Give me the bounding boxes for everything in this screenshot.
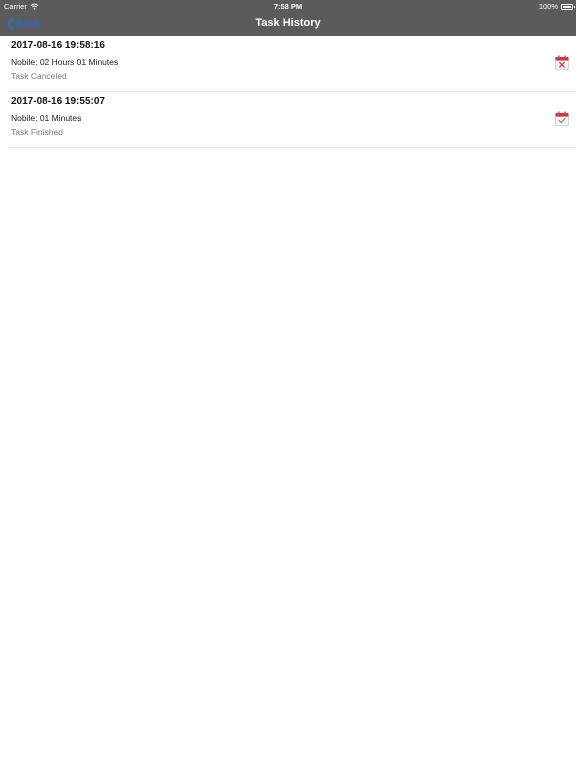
task-duration: Nobile: 01 Minutes — [11, 113, 82, 123]
task-row[interactable]: 2017-08-16 19:58:16 Nobile: 02 Hours 01 … — [0, 36, 576, 92]
app-header: Carrier 7:58 PM 100% Back Task History — [0, 0, 576, 36]
task-duration: Nobile: 02 Hours 01 Minutes — [11, 57, 119, 67]
calendar-cancel-icon — [555, 55, 569, 70]
task-datetime: 2017-08-16 19:58:16 — [11, 40, 105, 51]
task-status: Task Finished — [11, 127, 63, 137]
status-time: 7:58 PM — [273, 2, 303, 11]
task-status: Task Canceled — [11, 71, 67, 81]
row-divider — [8, 147, 576, 148]
task-row[interactable]: 2017-08-16 19:55:07 Nobile: 01 Minutes T… — [0, 92, 576, 148]
battery-percentage: 100% — [538, 2, 558, 11]
battery-icon — [561, 3, 575, 10]
task-history-list: 2017-08-16 19:58:16 Nobile: 02 Hours 01 … — [0, 36, 576, 148]
page-title: Task History — [255, 17, 321, 29]
navigation-bar: Back Task History — [0, 12, 576, 36]
task-datetime: 2017-08-16 19:55:07 — [11, 96, 105, 107]
status-bar: Carrier 7:58 PM 100% — [0, 0, 576, 12]
battery-status: 100% — [538, 2, 575, 11]
calendar-check-icon — [555, 111, 569, 126]
